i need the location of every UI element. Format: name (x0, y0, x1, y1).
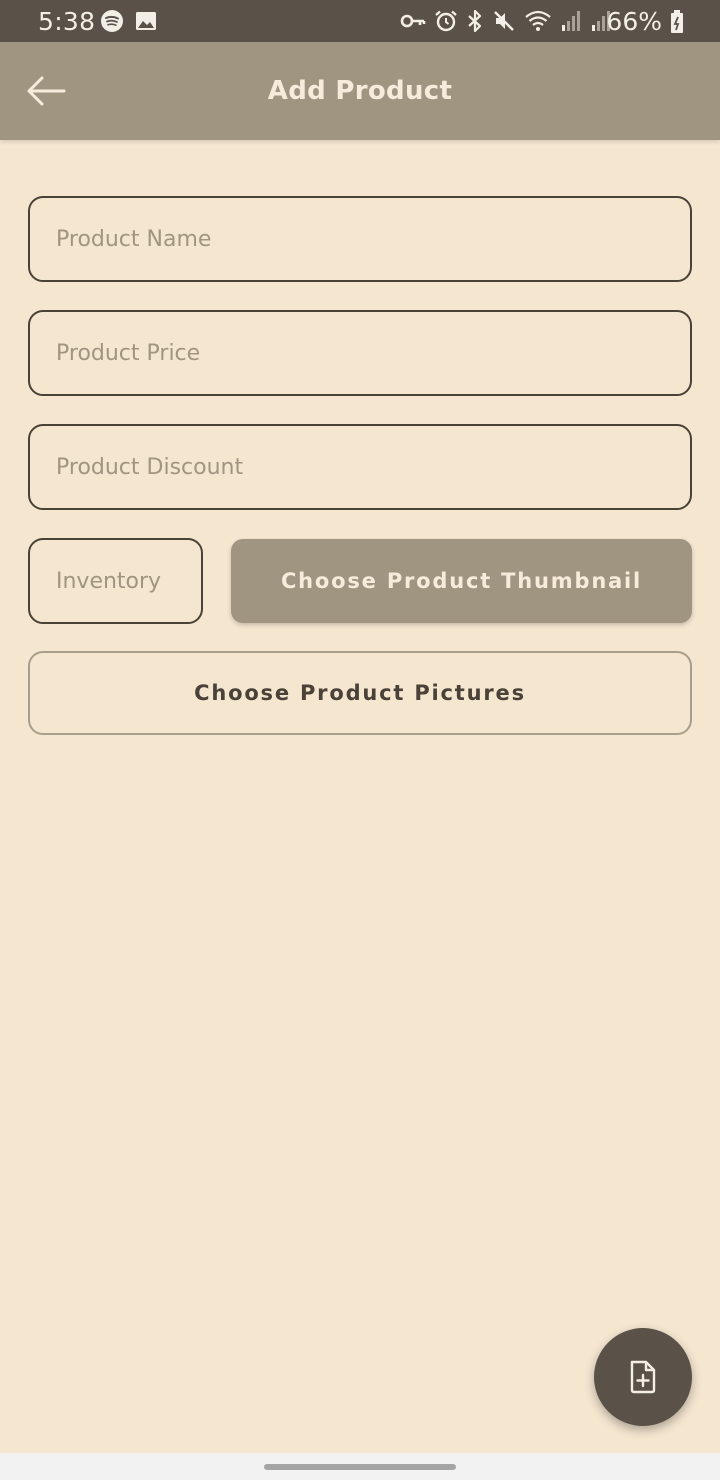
choose-thumbnail-button[interactable]: Choose Product Thumbnail (231, 539, 692, 623)
product-price-field[interactable] (28, 310, 692, 396)
product-name-field[interactable] (28, 196, 692, 282)
add-product-fab[interactable] (594, 1328, 692, 1426)
product-price-input[interactable] (30, 312, 690, 394)
product-name-input[interactable] (30, 198, 690, 280)
mute-icon (492, 9, 516, 33)
wifi-icon (524, 9, 552, 33)
battery-icon (670, 10, 684, 34)
home-gesture-handle[interactable] (264, 1464, 456, 1470)
inventory-field[interactable] (28, 538, 203, 624)
bluetooth-icon (466, 9, 484, 33)
choose-pictures-button[interactable]: Choose Product Pictures (28, 651, 692, 735)
vpn-key-icon (400, 9, 426, 33)
product-discount-field[interactable] (28, 424, 692, 510)
battery-percent: 66% (606, 7, 662, 36)
signal-icon (560, 9, 582, 33)
system-nav-bar (0, 1453, 720, 1480)
status-left-icons (100, 9, 158, 33)
page-title: Add Product (267, 76, 453, 106)
image-icon (134, 9, 158, 33)
status-time: 5:38 (38, 7, 96, 36)
alarm-icon (434, 9, 458, 33)
spotify-icon (100, 9, 124, 33)
app-bar: Add Product (0, 42, 720, 140)
product-discount-input[interactable] (30, 426, 690, 508)
status-bar: 5:38 66% (0, 0, 720, 42)
status-right-icons (400, 9, 612, 33)
inventory-input[interactable] (30, 540, 201, 622)
